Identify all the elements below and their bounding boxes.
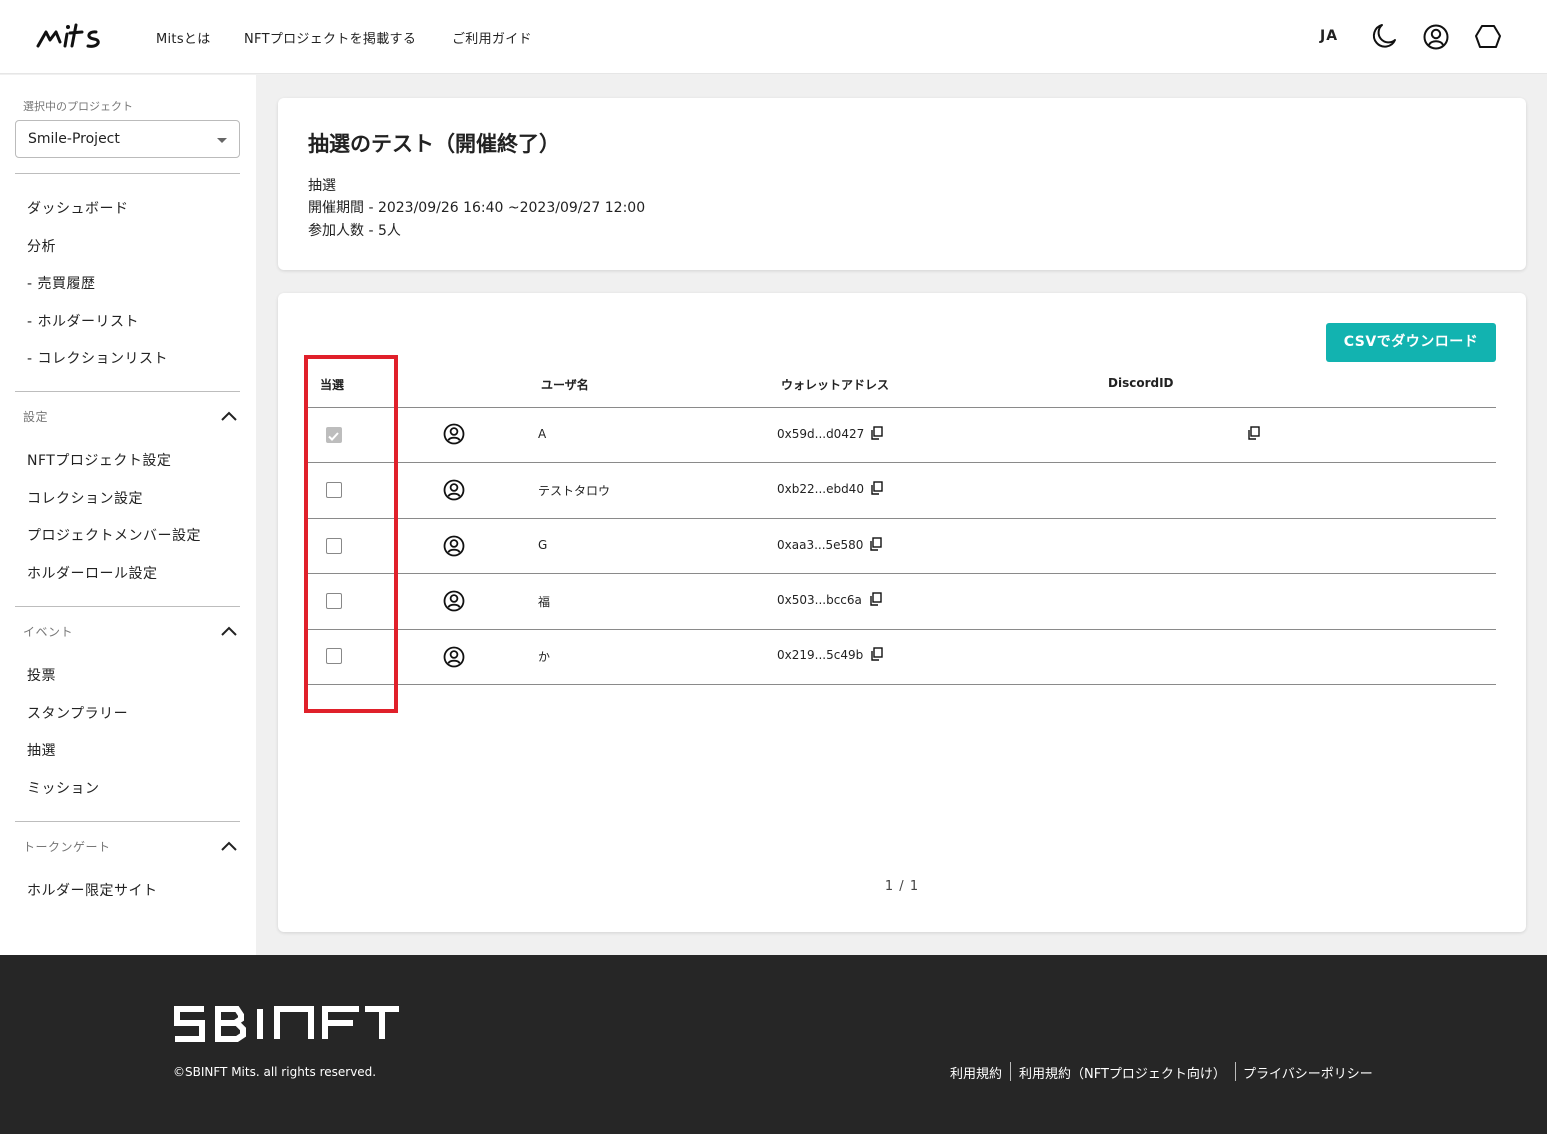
event-info-card: 抽選のテスト（開催終了） 抽選 開催期間 - 2023/09/26 16:40 … <box>278 98 1526 270</box>
section-settings-title: 設定 <box>23 410 49 424</box>
nav-guide[interactable]: ご利用ガイド <box>452 28 532 47</box>
project-select-caption: 選択中のプロジェクト <box>23 100 133 113</box>
section-token-gate-title: トークンゲート <box>23 840 111 854</box>
footer-link-terms-nft[interactable]: 利用規約（NFTプロジェクト向け） <box>1019 1063 1226 1082</box>
sidebar-item-holder-role-settings[interactable]: ホルダーロール設定 <box>27 563 158 583</box>
footer-separator <box>1235 1062 1236 1081</box>
moon-icon[interactable] <box>1368 22 1398 52</box>
nav-list-project[interactable]: NFTプロジェクトを掲載する <box>244 28 416 47</box>
sidebar-item-stamp-rally[interactable]: スタンプラリー <box>27 703 128 723</box>
sidebar-item-lottery[interactable]: 抽選 <box>27 740 56 760</box>
pagination: 1 / 1 <box>884 879 920 894</box>
wallet-cell: 0x59d...d0427 <box>777 427 865 441</box>
username-cell: テストタロウ <box>538 484 611 498</box>
event-type: 抽選 <box>308 178 336 194</box>
username-cell: G <box>538 538 548 552</box>
user-avatar-icon <box>443 535 465 557</box>
sidebar-item-holder-list[interactable]: - ホルダーリスト <box>27 311 139 331</box>
column-header-wallet: ウォレットアドレス <box>781 378 890 392</box>
chevron-up-icon[interactable] <box>220 410 238 422</box>
copy-icon[interactable] <box>1247 426 1260 440</box>
nav-about[interactable]: Mitsとは <box>156 28 211 47</box>
section-events-title: イベント <box>23 625 74 639</box>
user-avatar-icon <box>443 479 465 501</box>
caret-down-icon <box>217 138 227 143</box>
username-cell: か <box>538 650 551 664</box>
row-divider <box>306 462 1496 463</box>
divider <box>15 606 240 607</box>
chevron-up-icon[interactable] <box>220 840 238 852</box>
sidebar-item-analytics[interactable]: 分析 <box>27 236 56 256</box>
row-divider <box>306 629 1496 630</box>
user-avatar-icon <box>443 646 465 668</box>
page-title: 抽選のテスト（開催終了） <box>308 132 560 156</box>
sidebar-item-collection-list[interactable]: - コレクションリスト <box>27 348 168 368</box>
sbinft-logo <box>174 1006 399 1042</box>
divider <box>15 391 240 392</box>
event-period: 開催期間 - 2023/09/26 16:40 ~2023/09/27 12:0… <box>308 200 646 216</box>
sidebar-item-sales-history[interactable]: - 売買履歴 <box>27 273 96 293</box>
divider <box>15 173 240 174</box>
sidebar: 選択中のプロジェクト Smile-Project ダッシュボード 分析 - 売買… <box>0 75 256 955</box>
header-divider <box>306 407 1496 408</box>
user-avatar-icon <box>443 423 465 445</box>
wallet-cell: 0x503...bcc6a <box>777 593 862 607</box>
account-icon[interactable] <box>1421 22 1451 52</box>
language-switch[interactable]: JA <box>1320 28 1338 44</box>
row-divider <box>306 684 1496 685</box>
footer-link-privacy[interactable]: プライバシーポリシー <box>1243 1063 1373 1082</box>
sidebar-item-member-settings[interactable]: プロジェクトメンバー設定 <box>27 525 201 545</box>
csv-download-button[interactable]: CSVでダウンロード <box>1326 323 1496 362</box>
copy-icon[interactable] <box>869 537 882 551</box>
wallet-cell: 0x219...5c49b <box>777 648 864 662</box>
column-header-username: ユーザ名 <box>541 378 589 392</box>
copyright: ©SBINFT Mits. all rights reserved. <box>173 1065 377 1079</box>
column-header-discord: DiscordID <box>1108 376 1174 390</box>
sidebar-item-vote[interactable]: 投票 <box>27 665 56 685</box>
sidebar-item-holder-site[interactable]: ホルダー限定サイト <box>27 880 158 900</box>
sidebar-item-collection-settings[interactable]: コレクション設定 <box>27 488 143 508</box>
footer: ©SBINFT Mits. all rights reserved. 利用規約 … <box>0 955 1547 1134</box>
sidebar-item-nft-project-settings[interactable]: NFTプロジェクト設定 <box>27 450 171 470</box>
wallet-cell: 0xaa3...5e580 <box>777 538 864 552</box>
winner-column-highlight <box>304 355 398 713</box>
username-cell: 福 <box>538 595 551 609</box>
event-participants: 参加人数 - 5人 <box>308 223 401 239</box>
row-divider <box>306 518 1496 519</box>
copy-icon[interactable] <box>870 481 883 495</box>
username-cell: A <box>538 427 547 441</box>
copy-icon[interactable] <box>870 426 883 440</box>
project-select[interactable]: Smile-Project <box>15 120 240 158</box>
project-select-value: Smile-Project <box>28 131 120 147</box>
wallet-icon[interactable] <box>1473 22 1503 52</box>
sidebar-item-mission[interactable]: ミッション <box>27 778 100 798</box>
top-header: Mitsとは NFTプロジェクトを掲載する ご利用ガイド JA <box>0 0 1547 74</box>
results-card: CSVでダウンロード 当選 ユーザ名 ウォレットアドレス DiscordID A… <box>278 293 1526 932</box>
copy-icon[interactable] <box>869 592 882 606</box>
chevron-up-icon[interactable] <box>220 625 238 637</box>
wallet-cell: 0xb22...ebd40 <box>777 482 864 496</box>
divider <box>15 821 240 822</box>
footer-link-terms[interactable]: 利用規約 <box>950 1063 1002 1082</box>
mits-logo[interactable] <box>36 20 116 54</box>
sidebar-item-dashboard[interactable]: ダッシュボード <box>27 198 129 218</box>
footer-separator <box>1010 1062 1011 1081</box>
user-avatar-icon <box>443 590 465 612</box>
row-divider <box>306 573 1496 574</box>
copy-icon[interactable] <box>870 647 883 661</box>
